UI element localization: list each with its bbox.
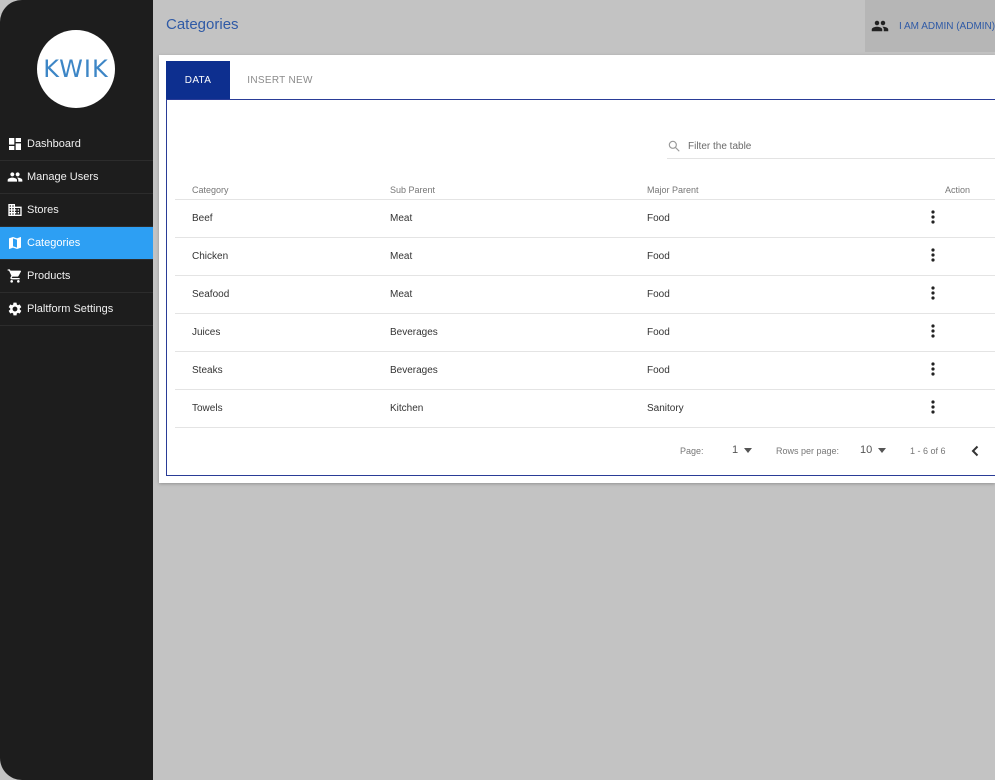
column-header-sub-parent[interactable]: Sub Parent: [390, 180, 647, 200]
page-value: 1: [732, 444, 739, 456]
cell-category: Beef: [175, 199, 390, 238]
dropdown-arrow-icon: [744, 447, 753, 453]
more-options-icon[interactable]: [927, 324, 939, 338]
cell-sub-parent: Beverages: [390, 313, 647, 352]
rows-per-page-value: 10: [860, 444, 873, 456]
pagination: Page: 1 Rows per page: 10 1 - 6 of 6: [159, 441, 995, 461]
cell-sub-parent: Meat: [390, 275, 647, 314]
cell-category: Towels: [175, 389, 390, 428]
sidebar-item-stores[interactable]: Stores: [0, 194, 153, 227]
more-options-icon[interactable]: [927, 362, 939, 376]
more-options-icon[interactable]: [927, 286, 939, 300]
cell-major-parent: Food: [647, 313, 907, 352]
sidebar-item-label: Products: [27, 270, 71, 282]
sidebar-item-dashboard[interactable]: Dashboard: [0, 128, 153, 161]
cell-major-parent: Food: [647, 199, 907, 238]
column-header-category[interactable]: Category: [175, 180, 390, 200]
table-header-row: Category Sub Parent Major Parent Action: [175, 180, 995, 200]
search-icon: [668, 140, 680, 152]
filter-input[interactable]: [686, 139, 970, 153]
sidebar-item-label: Plaltform Settings: [27, 303, 114, 315]
table-row[interactable]: Seafood Meat Food: [175, 275, 995, 314]
map-icon: [7, 235, 23, 251]
cell-sub-parent: Kitchen: [390, 389, 647, 428]
tab-bar: DATA INSERT NEW: [166, 61, 330, 99]
cell-category: Chicken: [175, 237, 390, 276]
sidebar-item-label: Dashboard: [27, 138, 81, 150]
page-title: Categories: [166, 16, 239, 33]
more-options-icon[interactable]: [927, 210, 939, 224]
dashboard-icon: [7, 136, 23, 152]
sidebar-item-manage-users[interactable]: Manage Users: [0, 161, 153, 194]
page-label: Page:: [680, 446, 704, 456]
column-header-action: Action: [907, 180, 995, 200]
table-row[interactable]: Steaks Beverages Food: [175, 351, 995, 390]
page-select[interactable]: 1: [732, 444, 753, 456]
column-header-major-parent[interactable]: Major Parent: [647, 180, 907, 200]
rows-per-page-select[interactable]: 10: [860, 444, 887, 456]
cell-major-parent: Food: [647, 351, 907, 390]
sidebar-item-platform-settings[interactable]: Plaltform Settings: [0, 293, 153, 326]
categories-table: Category Sub Parent Major Parent Action …: [175, 180, 995, 428]
sidebar-nav: Dashboard Manage Users Stores Categories: [0, 128, 153, 326]
user-name: I AM ADMIN (ADMIN): [899, 20, 995, 32]
cell-category: Seafood: [175, 275, 390, 314]
cell-sub-parent: Beverages: [390, 351, 647, 390]
table-row[interactable]: Juices Beverages Food: [175, 313, 995, 352]
cell-major-parent: Food: [647, 237, 907, 276]
cell-category: Steaks: [175, 351, 390, 390]
table-row[interactable]: Chicken Meat Food: [175, 237, 995, 276]
cell-sub-parent: Meat: [390, 237, 647, 276]
cell-major-parent: Food: [647, 275, 907, 314]
rows-per-page-label: Rows per page:: [776, 446, 840, 456]
sidebar: KWIK Dashboard Manage Users Stores Categ…: [0, 0, 153, 780]
sidebar-item-label: Stores: [27, 204, 59, 216]
chevron-left-icon[interactable]: [970, 445, 980, 457]
page-range: 1 - 6 of 6: [910, 446, 946, 456]
cell-major-parent: Sanitory: [647, 389, 907, 428]
cell-sub-parent: Meat: [390, 199, 647, 238]
tab-insert-new[interactable]: INSERT NEW: [230, 61, 330, 99]
user-menu[interactable]: I AM ADMIN (ADMIN): [865, 0, 995, 52]
more-options-icon[interactable]: [927, 248, 939, 262]
table-row[interactable]: Towels Kitchen Sanitory: [175, 389, 995, 428]
sidebar-item-categories[interactable]: Categories: [0, 227, 153, 260]
content-card: DATA INSERT NEW Category Sub Parent Majo…: [159, 55, 995, 483]
users-icon: [7, 169, 23, 185]
logo[interactable]: KWIK: [37, 30, 115, 108]
gear-icon: [7, 301, 23, 317]
cell-category: Juices: [175, 313, 390, 352]
building-icon: [7, 202, 23, 218]
sidebar-item-label: Manage Users: [27, 171, 99, 183]
app-window: KWIK Dashboard Manage Users Stores Categ…: [0, 0, 995, 780]
table-row[interactable]: Beef Meat Food: [175, 199, 995, 238]
more-options-icon[interactable]: [927, 400, 939, 414]
sidebar-item-label: Categories: [27, 237, 81, 249]
sidebar-item-products[interactable]: Products: [0, 260, 153, 293]
tab-data[interactable]: DATA: [166, 61, 230, 99]
cart-icon: [7, 268, 23, 284]
logo-text: KWIK: [43, 55, 109, 83]
dropdown-arrow-icon: [878, 447, 887, 453]
users-icon: [871, 20, 889, 32]
filter-bar: [667, 134, 995, 159]
